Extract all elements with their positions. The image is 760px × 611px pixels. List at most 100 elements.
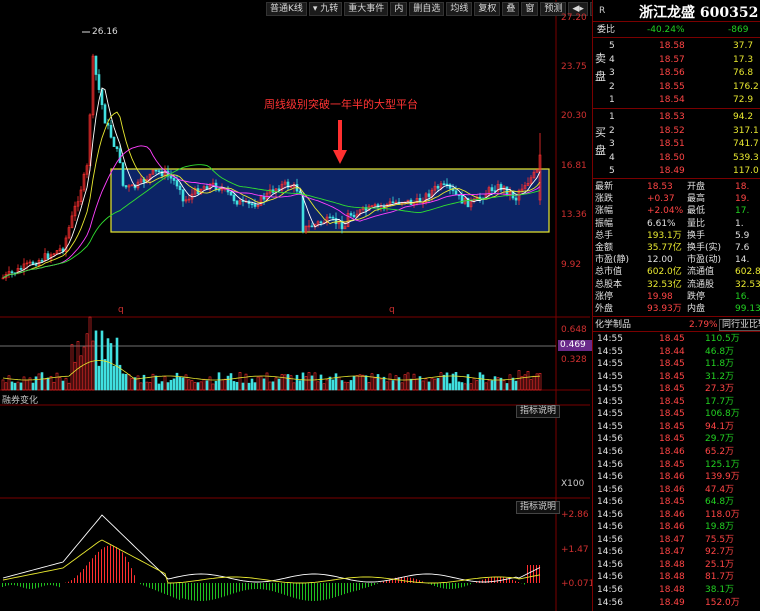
volume-bar xyxy=(91,340,95,391)
macd-histogram-bar xyxy=(59,583,60,588)
macd-histogram-bar xyxy=(176,583,177,599)
volume-bar xyxy=(532,375,536,391)
volume-bar xyxy=(235,381,239,391)
volume-bar xyxy=(490,380,494,391)
volume-bar xyxy=(241,382,245,391)
macd-histogram-bar xyxy=(338,583,339,597)
macd-histogram-bar xyxy=(326,583,327,600)
macd-histogram-bar xyxy=(224,583,225,597)
candle-body xyxy=(115,146,119,149)
volume-bar xyxy=(217,372,221,391)
volume-axis-label: 0.648 xyxy=(561,325,587,335)
macd-histogram-bar xyxy=(329,583,330,599)
volume-bar xyxy=(208,376,212,391)
macd-histogram-bar xyxy=(227,583,228,596)
macd-histogram-bar xyxy=(197,583,198,601)
industry-compare-button[interactable]: 同行业比较 xyxy=(719,319,760,331)
macd-histogram-bar xyxy=(212,583,213,600)
volume-bar xyxy=(487,379,491,391)
stat-row: 市盈(静) 12.00 市盈(动) 14. xyxy=(595,255,750,266)
macd-histogram-bar xyxy=(356,583,357,591)
toolbar-button[interactable]: 复权 xyxy=(474,2,501,16)
toolbar-button[interactable]: 叠 xyxy=(502,2,520,16)
indicator-help-button[interactable]: 指标说明 xyxy=(516,405,561,418)
volume-bar xyxy=(403,374,407,391)
kline-canvas[interactable] xyxy=(0,0,590,611)
stock-title: 浙江龙盛 600352 xyxy=(639,2,758,22)
volume-bar xyxy=(505,383,509,391)
macd-histogram-bar xyxy=(296,583,297,599)
indicator-title: 融券变化 xyxy=(2,396,39,406)
volume-bar xyxy=(115,337,119,391)
macd-histogram-bar xyxy=(317,583,318,601)
macd-histogram-bar xyxy=(77,575,78,583)
toolbar-button[interactable]: 内 xyxy=(390,2,408,16)
quote-panel: R 浙江龙盛 600352 委比 -40.24% -869 卖盘 5 18.58 37… xyxy=(592,0,760,611)
candle-body xyxy=(46,253,50,259)
macd-histogram-bar xyxy=(215,583,216,600)
candle-body xyxy=(310,225,314,228)
volume-bar xyxy=(370,373,374,391)
tick-row: 14:55 18.45 17.7万 xyxy=(597,396,735,407)
volume-bar xyxy=(25,379,29,391)
macd-histogram-bar xyxy=(287,583,288,596)
industry-row: 化学制品 2.79% 同行业比较 xyxy=(593,319,760,331)
toolbar-button[interactable]: 删自选 xyxy=(409,2,445,16)
macd-axis-label: +2.86 xyxy=(561,510,589,520)
indicator-help-button[interactable]: 指标说明 xyxy=(516,501,561,514)
tick-row: 14:56 18.46 65.2万 xyxy=(597,446,735,457)
tick-row: 14:56 18.48 38.1万 xyxy=(597,585,735,595)
macd-histogram-bar xyxy=(260,583,261,590)
volume-bar xyxy=(349,380,353,391)
volume-bar xyxy=(178,377,182,391)
volume-bar xyxy=(322,383,326,391)
toolbar-button[interactable]: 普通K线 xyxy=(266,2,307,16)
macd-histogram-bar xyxy=(116,546,117,583)
volume-bar xyxy=(364,375,368,391)
macd-histogram-bar xyxy=(374,583,375,585)
volume-bar xyxy=(298,380,302,391)
volume-bar xyxy=(148,382,152,391)
volume-bar xyxy=(142,374,146,391)
macd-histogram-bar xyxy=(218,583,219,599)
volume-bar xyxy=(121,373,125,391)
macd-histogram-bar xyxy=(242,583,243,591)
candle-body xyxy=(94,55,98,75)
volume-bar xyxy=(175,372,179,391)
candle-body xyxy=(319,221,323,224)
volume-bar xyxy=(85,333,89,391)
volume-bar xyxy=(328,376,332,391)
macd-histogram-bar xyxy=(128,561,129,583)
price-axis-label: 20.30 xyxy=(561,111,587,121)
macd-histogram-bar xyxy=(188,583,189,600)
ask-level-row: 2 18.55 176.2 xyxy=(609,81,759,92)
candle-body xyxy=(349,213,353,216)
candle-body xyxy=(253,204,257,207)
macd-histogram-bar xyxy=(533,565,534,583)
candle-body xyxy=(331,216,335,219)
macd-histogram-bar xyxy=(131,568,132,583)
macd-histogram-bar xyxy=(263,583,264,590)
candle-body xyxy=(178,185,182,191)
volume-bar xyxy=(496,377,500,391)
candle-body xyxy=(505,186,509,195)
candle-body xyxy=(334,217,338,225)
weibi-row: 委比 -40.24% -869 xyxy=(597,25,749,35)
stock-name: 浙江龙盛 xyxy=(639,5,695,21)
volume-bar xyxy=(424,378,428,391)
kline-chart-area[interactable]: 普通K线▾ 九转重大事件内删自选均线复权叠窗预测◀▸▾ 27.20 23.75 … xyxy=(0,0,603,611)
volume-bar xyxy=(508,374,512,391)
volume-bar xyxy=(97,365,101,391)
toolbar-button[interactable]: 重大事件 xyxy=(344,2,389,16)
toolbar-button[interactable]: 窗 xyxy=(521,2,539,16)
macd-histogram-bar xyxy=(107,545,108,583)
volume-bar xyxy=(421,380,425,391)
macd-histogram-bar xyxy=(122,552,123,583)
macd-histogram-bar xyxy=(281,583,282,594)
candle-body xyxy=(232,194,236,202)
q-marker: q xyxy=(389,305,395,315)
toolbar-button[interactable]: 均线 xyxy=(446,2,473,16)
toolbar-button[interactable]: ▾ 九转 xyxy=(308,2,343,16)
volume-bar xyxy=(139,382,143,391)
volume-bar xyxy=(334,373,338,391)
